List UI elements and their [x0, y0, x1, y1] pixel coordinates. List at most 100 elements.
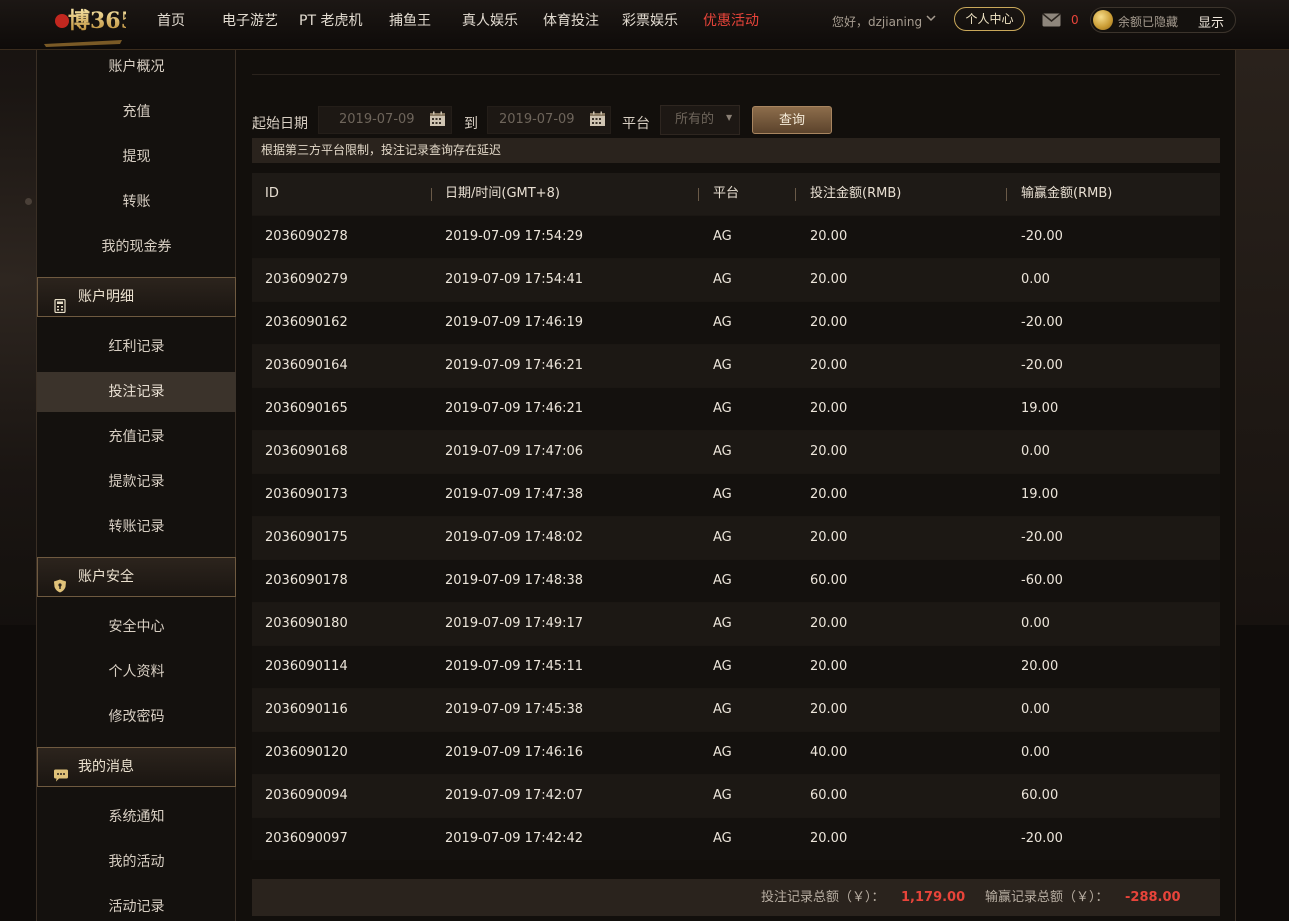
calendar-icon[interactable] — [429, 111, 446, 127]
cell-platform: AG — [713, 659, 732, 674]
sidebar-item-change-password[interactable]: 修改密码 — [37, 697, 236, 737]
cell-win-loss: -20.00 — [1021, 831, 1063, 846]
sidebar-item-system-notices[interactable]: 系统通知 — [37, 797, 236, 837]
cell-platform: AG — [713, 702, 732, 717]
nav-slots[interactable]: 电子游艺 — [222, 0, 278, 42]
cell-bet-amount: 20.00 — [810, 358, 848, 373]
summary-bar: 投注记录总额（￥）： 1,179.00 输赢记录总额（￥）： -288.00 — [252, 879, 1220, 916]
sidebar-item-withdraw[interactable]: 提现 — [37, 137, 236, 177]
cell-id: 2036090120 — [265, 745, 348, 760]
nav-fishing[interactable]: 捕鱼王 — [389, 0, 431, 42]
table-row: 2036090173 2019-07-09 17:47:38 AG 20.00 19.0… — [252, 473, 1220, 516]
cell-bet-amount: 20.00 — [810, 444, 848, 459]
nav-promotions[interactable]: 优惠活动 — [703, 0, 759, 42]
section-title: 账户安全 — [78, 569, 134, 585]
cell-win-loss: 0.00 — [1021, 444, 1050, 459]
balance-hidden-text: 余额已隐藏 — [1118, 15, 1179, 29]
mail-icon[interactable] — [1042, 12, 1061, 27]
cell-platform: AG — [713, 487, 732, 502]
cell-win-loss: -20.00 — [1021, 358, 1063, 373]
bet-total-value: 1,179.00 — [901, 890, 966, 905]
cell-datetime: 2019-07-09 17:48:38 — [445, 573, 584, 588]
sidebar-section-account-security[interactable]: 账户安全 — [37, 557, 236, 597]
sidebar-section-account-details[interactable]: 账户明细 — [37, 277, 236, 317]
sidebar-item-deposit-records[interactable]: 充值记录 — [37, 417, 236, 457]
cell-platform: AG — [713, 831, 732, 846]
column-header-platform: 平台 — [713, 186, 740, 201]
table-row: 2036090279 2019-07-09 17:54:41 AG 20.00 0.00 — [252, 258, 1220, 301]
sidebar-item-transfer-records[interactable]: 转账记录 — [37, 507, 236, 547]
cell-id: 2036090165 — [265, 401, 348, 416]
sidebar-item-deposit[interactable]: 充值 — [37, 92, 236, 132]
cell-id: 2036090168 — [265, 444, 348, 459]
cell-datetime: 2019-07-09 17:46:16 — [445, 745, 584, 760]
cell-bet-amount: 20.00 — [810, 831, 848, 846]
cell-win-loss: 19.00 — [1021, 487, 1059, 502]
nav-live-casino[interactable]: 真人娱乐 — [462, 0, 518, 42]
nav-home[interactable]: 首页 — [157, 0, 185, 42]
column-separator — [698, 188, 699, 201]
nav-lottery[interactable]: 彩票娱乐 — [622, 0, 678, 42]
query-button[interactable]: 查询 — [752, 106, 832, 134]
sidebar-item-bonus-records[interactable]: 红利记录 — [37, 327, 236, 367]
sidebar-item-security-center[interactable]: 安全中心 — [37, 607, 236, 647]
nav-pt-slots[interactable]: PT 老虎机 — [299, 0, 362, 42]
personal-center-button[interactable]: 个人中心 — [954, 7, 1025, 31]
sidebar-item-my-activities[interactable]: 我的活动 — [37, 842, 236, 882]
cell-win-loss: -20.00 — [1021, 530, 1063, 545]
sidebar-item-bet-records[interactable]: 投注记录 — [37, 372, 236, 412]
cell-bet-amount: 20.00 — [810, 315, 848, 330]
cell-id: 2036090094 — [265, 788, 348, 803]
cell-win-loss: 0.00 — [1021, 272, 1050, 287]
chevron-down-icon[interactable] — [926, 13, 936, 26]
cell-win-loss: 60.00 — [1021, 788, 1059, 803]
table-row: 2036090165 2019-07-09 17:46:21 AG 20.00 19.0… — [252, 387, 1220, 430]
bet-total-label: 投注记录总额（￥）： — [761, 890, 885, 905]
delay-notice: 根据第三方平台限制，投注记录查询存在延迟 — [252, 138, 1220, 163]
nav-sports[interactable]: 体育投注 — [543, 0, 599, 42]
site-logo[interactable]: 博365 — [40, 4, 126, 50]
table-row: 2036090175 2019-07-09 17:48:02 AG 20.00 -20.… — [252, 516, 1220, 559]
sidebar-section-my-messages[interactable]: 我的消息 — [37, 747, 236, 787]
table-row: 2036090116 2019-07-09 17:45:38 AG 20.00 0.00 — [252, 688, 1220, 731]
calculator-icon — [53, 290, 67, 314]
cell-datetime: 2019-07-09 17:47:06 — [445, 444, 584, 459]
cell-datetime: 2019-07-09 17:46:21 — [445, 358, 584, 373]
cell-id: 2036090279 — [265, 272, 348, 287]
table-row: 2036090094 2019-07-09 17:42:07 AG 60.00 60.0… — [252, 774, 1220, 817]
shield-icon — [53, 570, 67, 593]
start-date-label: 起始日期 — [252, 116, 308, 132]
cell-platform: AG — [713, 272, 732, 287]
cell-bet-amount: 20.00 — [810, 659, 848, 674]
background-decoration-right — [1229, 50, 1289, 625]
cell-bet-amount: 20.00 — [810, 487, 848, 502]
table-row: 2036090168 2019-07-09 17:47:06 AG 20.00 0.00 — [252, 430, 1220, 473]
user-greeting[interactable]: 您好，dzjianing — [832, 13, 922, 30]
column-separator — [431, 188, 432, 201]
table-row: 2036090180 2019-07-09 17:49:17 AG 20.00 0.00 — [252, 602, 1220, 645]
table-body: 2036090278 2019-07-09 17:54:29 AG 20.00 -20.… — [252, 215, 1220, 860]
winloss-total-value: -288.00 — [1125, 890, 1181, 905]
cell-id: 2036090278 — [265, 229, 348, 244]
sidebar-item-profile[interactable]: 个人资料 — [37, 652, 236, 692]
column-separator — [1006, 188, 1007, 201]
calendar-icon[interactable] — [589, 111, 606, 127]
platform-label: 平台 — [622, 116, 650, 132]
cell-win-loss: -60.00 — [1021, 573, 1063, 588]
cell-win-loss: -20.00 — [1021, 315, 1063, 330]
sidebar-item-cash-coupon[interactable]: 我的现金券 — [37, 227, 236, 267]
cell-datetime: 2019-07-09 17:54:29 — [445, 229, 584, 244]
sidebar-item-transfer[interactable]: 转账 — [37, 182, 236, 222]
sidebar-item-account-overview[interactable]: 账户概况 — [37, 47, 236, 87]
sidebar-item-withdraw-records[interactable]: 提款记录 — [37, 462, 236, 502]
sidebar-item-activity-records[interactable]: 活动记录 — [37, 887, 236, 921]
cell-bet-amount: 40.00 — [810, 745, 848, 760]
cell-datetime: 2019-07-09 17:49:17 — [445, 616, 584, 631]
cell-bet-amount: 20.00 — [810, 702, 848, 717]
show-balance-button[interactable]: 显示 — [1198, 12, 1224, 31]
cell-datetime: 2019-07-09 17:46:19 — [445, 315, 584, 330]
table-row: 2036090120 2019-07-09 17:46:16 AG 40.00 0.00 — [252, 731, 1220, 774]
divider — [252, 74, 1220, 75]
cell-platform: AG — [713, 745, 732, 760]
cell-id: 2036090178 — [265, 573, 348, 588]
